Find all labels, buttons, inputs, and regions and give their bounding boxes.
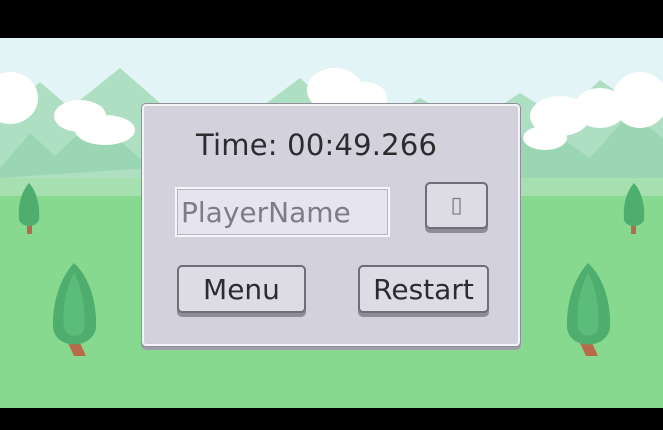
time-display: Time: 00:49.266 <box>196 128 437 162</box>
menu-button[interactable]: Menu <box>177 265 306 313</box>
restart-button[interactable]: Restart <box>358 265 489 313</box>
restart-button-label: Restart <box>373 272 474 306</box>
game-over-panel: Time: 00:49.266 ▯ Menu Restart <box>142 104 520 346</box>
time-label: Time: <box>196 128 278 162</box>
time-value: 00:49.266 <box>287 128 438 162</box>
submit-name-button[interactable]: ▯ <box>425 182 488 229</box>
menu-button-label: Menu <box>203 272 280 306</box>
missing-glyph-icon: ▯ <box>450 193 463 218</box>
player-name-input[interactable] <box>175 187 390 237</box>
